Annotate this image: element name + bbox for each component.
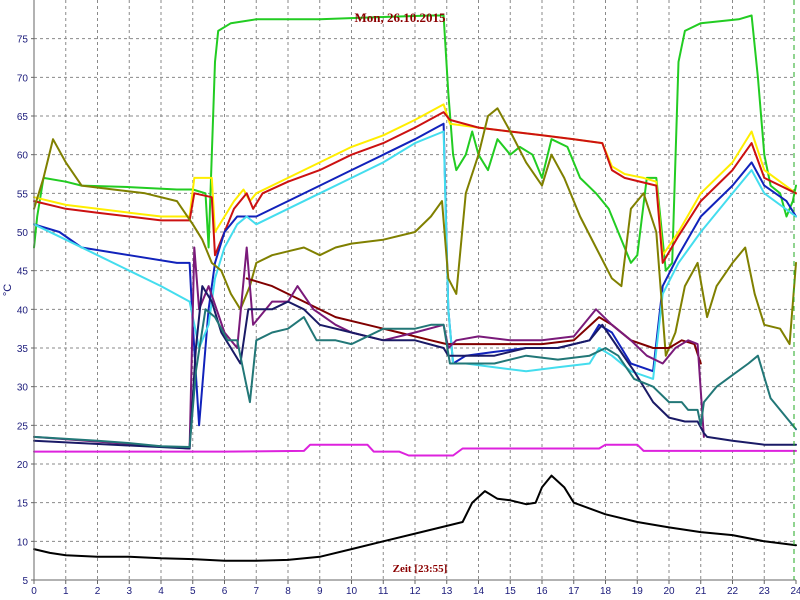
time-status-label: Zeit [23:55]	[393, 563, 448, 575]
x-tick-label: 0	[31, 586, 37, 597]
x-tick-label: 22	[727, 586, 739, 597]
x-tick-label: 5	[190, 586, 196, 597]
x-tick-label: 13	[441, 586, 453, 597]
x-tick-label: 10	[346, 586, 358, 597]
x-tick-label: 23	[759, 586, 771, 597]
x-tick-label: 18	[600, 586, 612, 597]
y-tick-label: 30	[17, 383, 29, 394]
x-tick-label: 20	[663, 586, 675, 597]
x-tick-label: 14	[473, 586, 485, 597]
chart-title: Mon, 26.10.2015	[355, 10, 447, 25]
y-tick-label: 25	[17, 421, 29, 432]
y-tick-label: 40	[17, 305, 29, 316]
y-tick-labels: 5 10 15 20 25 30 35 40 45 50 55 60 65 70 75	[17, 35, 34, 587]
y-tick-label: 75	[17, 35, 29, 46]
x-tick-label: 21	[695, 586, 707, 597]
x-tick-label: 4	[158, 586, 164, 597]
x-tick-label: 15	[505, 586, 517, 597]
y-tick-label: 55	[17, 189, 29, 200]
x-tick-label: 12	[409, 586, 421, 597]
chart: 0 1 2 3 4 5 6 7 8 9 10 11 12 13 14 15 16 17 18 19 20 21 22 23 24…	[2, 0, 800, 597]
y-tick-label: 5	[22, 576, 28, 587]
x-tick-label: 2	[95, 586, 101, 597]
y-tick-label: 35	[17, 344, 29, 355]
x-tick-label: 8	[285, 586, 291, 597]
x-tick-label: 9	[317, 586, 323, 597]
y-tick-label: 45	[17, 267, 29, 278]
y-tick-label: 50	[17, 228, 29, 239]
x-tick-label: 3	[126, 586, 132, 597]
y-tick-label: 15	[17, 499, 29, 510]
x-tick-label: 11	[378, 586, 389, 597]
x-tick-label: 17	[568, 586, 580, 597]
y-tick-label: 60	[17, 151, 29, 162]
x-tick-label: 24	[790, 586, 800, 597]
y-tick-label: 20	[17, 460, 29, 471]
x-tick-label: 6	[222, 586, 228, 597]
x-tick-label: 19	[632, 586, 644, 597]
y-tick-label: 65	[17, 112, 29, 123]
y-axis-label: °C	[2, 284, 14, 296]
x-tick-label: 16	[536, 586, 548, 597]
x-tick-label: 1	[63, 586, 69, 597]
y-tick-label: 70	[17, 73, 29, 84]
x-tick-label: 7	[253, 586, 259, 597]
x-tick-labels: 0 1 2 3 4 5 6 7 8 9 10 11 12 13 14 15 16 17 18 19 20 21 22 23 24	[31, 580, 800, 597]
y-tick-label: 10	[17, 537, 29, 548]
